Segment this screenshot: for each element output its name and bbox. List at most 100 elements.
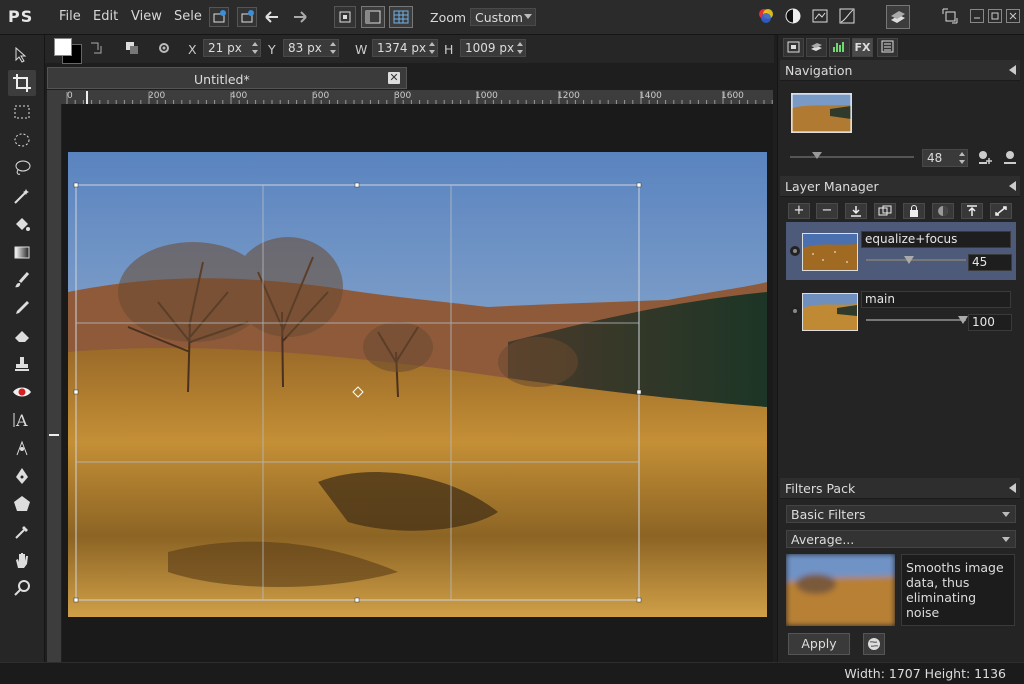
navigation-header[interactable]: Navigation xyxy=(780,60,1020,81)
layers-toggle-button[interactable] xyxy=(886,5,910,29)
crop-tool[interactable] xyxy=(8,70,36,96)
eyedropper-tool[interactable] xyxy=(11,521,33,543)
layer-name[interactable]: equalize+focus xyxy=(861,231,1011,248)
swap-colors-button[interactable] xyxy=(89,41,103,58)
merge-down-button[interactable] xyxy=(845,203,867,219)
grid-toggle-button[interactable] xyxy=(389,6,413,28)
image-adjust-button[interactable] xyxy=(811,7,829,28)
magic-wand-tool[interactable] xyxy=(11,185,33,207)
clone-stamp-tool[interactable] xyxy=(11,353,33,375)
layer-opacity-input[interactable]: 45 xyxy=(968,254,1012,271)
hand-tool[interactable] xyxy=(11,549,33,571)
save-cloud-button[interactable] xyxy=(209,7,229,27)
text-tool[interactable]: A xyxy=(11,409,33,431)
maximize-button[interactable] xyxy=(988,9,1002,23)
layer-name[interactable]: main xyxy=(861,291,1011,308)
foreground-color-swatch[interactable] xyxy=(54,38,72,56)
duplicate-layer-button[interactable] xyxy=(874,203,896,219)
layer-opacity-slider[interactable] xyxy=(866,316,968,324)
y-input[interactable]: 83 px xyxy=(283,39,339,57)
delete-layer-button[interactable]: − xyxy=(816,203,838,219)
path-select-tool[interactable] xyxy=(11,437,33,459)
layer-item-equalize-focus[interactable]: equalize+focus 45 xyxy=(786,222,1016,280)
lock-layer-button[interactable] xyxy=(903,203,925,219)
collapse-icon[interactable] xyxy=(1009,65,1016,75)
fixed-ratio-toggle[interactable] xyxy=(125,41,139,58)
layer-item-main[interactable]: main 100 xyxy=(786,282,1016,340)
navigation-zoom-input[interactable]: 48 xyxy=(922,149,968,167)
view-mode-button[interactable] xyxy=(361,6,385,28)
open-cloud-button[interactable] xyxy=(237,7,257,27)
crop-settings-button[interactable] xyxy=(157,41,171,58)
slider-thumb[interactable] xyxy=(958,316,968,324)
navigation-thumbnail[interactable] xyxy=(791,93,852,133)
layer-mask-button[interactable] xyxy=(932,203,954,219)
gradient-tool[interactable] xyxy=(11,241,33,263)
zoom-select[interactable]: Custom xyxy=(470,8,536,26)
move-layer-up-button[interactable] xyxy=(961,203,983,219)
color-swatches[interactable] xyxy=(52,38,82,64)
close-button[interactable] xyxy=(1006,9,1020,23)
close-document-icon[interactable]: ✕ xyxy=(388,72,400,84)
crop-fit-button[interactable] xyxy=(334,6,356,28)
fullscreen-button[interactable] xyxy=(941,7,959,28)
document-tab[interactable]: Untitled* ✕ xyxy=(47,67,407,89)
spinner-arrows-icon[interactable] xyxy=(1003,317,1009,329)
zoom-in-button[interactable] xyxy=(976,149,994,168)
rect-select-tool[interactable] xyxy=(11,101,33,123)
apply-filter-button[interactable]: Apply xyxy=(788,633,850,655)
red-eye-tool[interactable] xyxy=(11,381,33,403)
shape-tool[interactable] xyxy=(11,493,33,515)
width-input[interactable]: 1374 px xyxy=(372,39,438,57)
tab-histogram[interactable] xyxy=(829,38,850,57)
minimize-button[interactable] xyxy=(970,9,984,23)
collapse-icon[interactable] xyxy=(1009,181,1016,191)
visibility-eye-icon[interactable] xyxy=(789,245,801,260)
layer-manager-header[interactable]: Layer Manager xyxy=(780,176,1020,197)
resize-layer-button[interactable] xyxy=(990,203,1012,219)
paint-bucket-tool[interactable] xyxy=(11,213,33,235)
tab-history[interactable] xyxy=(783,38,804,57)
zoom-tool[interactable] xyxy=(11,577,33,599)
slider-thumb[interactable] xyxy=(812,152,822,159)
slider-thumb[interactable] xyxy=(904,256,914,264)
tab-info[interactable] xyxy=(877,38,898,57)
menu-edit[interactable]: Edit xyxy=(93,9,118,24)
spinner-arrows-icon[interactable] xyxy=(517,42,523,54)
ellipse-select-tool[interactable] xyxy=(11,129,33,151)
lasso-tool[interactable] xyxy=(11,157,33,179)
x-input[interactable]: 21 px xyxy=(203,39,261,57)
spinner-arrows-icon[interactable] xyxy=(959,152,965,164)
tab-layers[interactable] xyxy=(806,38,827,57)
add-layer-button[interactable]: + xyxy=(788,203,810,219)
tab-fx[interactable]: FX xyxy=(852,38,873,57)
contrast-button[interactable] xyxy=(784,7,802,28)
color-channels-button[interactable] xyxy=(757,7,775,28)
height-input[interactable]: 1009 px xyxy=(460,39,526,57)
spinner-arrows-icon[interactable] xyxy=(330,42,336,54)
visibility-eye-icon[interactable] xyxy=(789,305,801,320)
zoom-out-button[interactable] xyxy=(1000,149,1018,168)
menu-file[interactable]: File xyxy=(59,9,81,24)
layer-opacity-slider[interactable] xyxy=(866,256,966,264)
spinner-arrows-icon[interactable] xyxy=(429,42,435,54)
collapse-icon[interactable] xyxy=(1009,483,1016,493)
filter-preview-toggle-button[interactable] xyxy=(863,633,885,655)
navigation-zoom-slider[interactable] xyxy=(790,152,914,159)
filter-select[interactable]: Average... xyxy=(786,530,1016,548)
filters-pack-header[interactable]: Filters Pack xyxy=(780,478,1020,499)
pen-tool[interactable] xyxy=(11,465,33,487)
redo-button[interactable] xyxy=(291,9,309,28)
spinner-arrows-icon[interactable] xyxy=(252,42,258,54)
document-image[interactable] xyxy=(68,152,767,617)
menu-view[interactable]: View xyxy=(131,9,162,24)
eraser-tool[interactable] xyxy=(11,325,33,347)
spinner-arrows-icon[interactable] xyxy=(1003,257,1009,269)
brush-tool[interactable] xyxy=(11,269,33,291)
curves-button[interactable] xyxy=(838,7,856,28)
crop-overlay[interactable] xyxy=(68,152,767,617)
layer-opacity-input[interactable]: 100 xyxy=(968,314,1012,331)
undo-button[interactable] xyxy=(263,9,281,28)
move-tool[interactable] xyxy=(11,44,33,66)
menu-select[interactable]: Sele xyxy=(174,9,202,24)
